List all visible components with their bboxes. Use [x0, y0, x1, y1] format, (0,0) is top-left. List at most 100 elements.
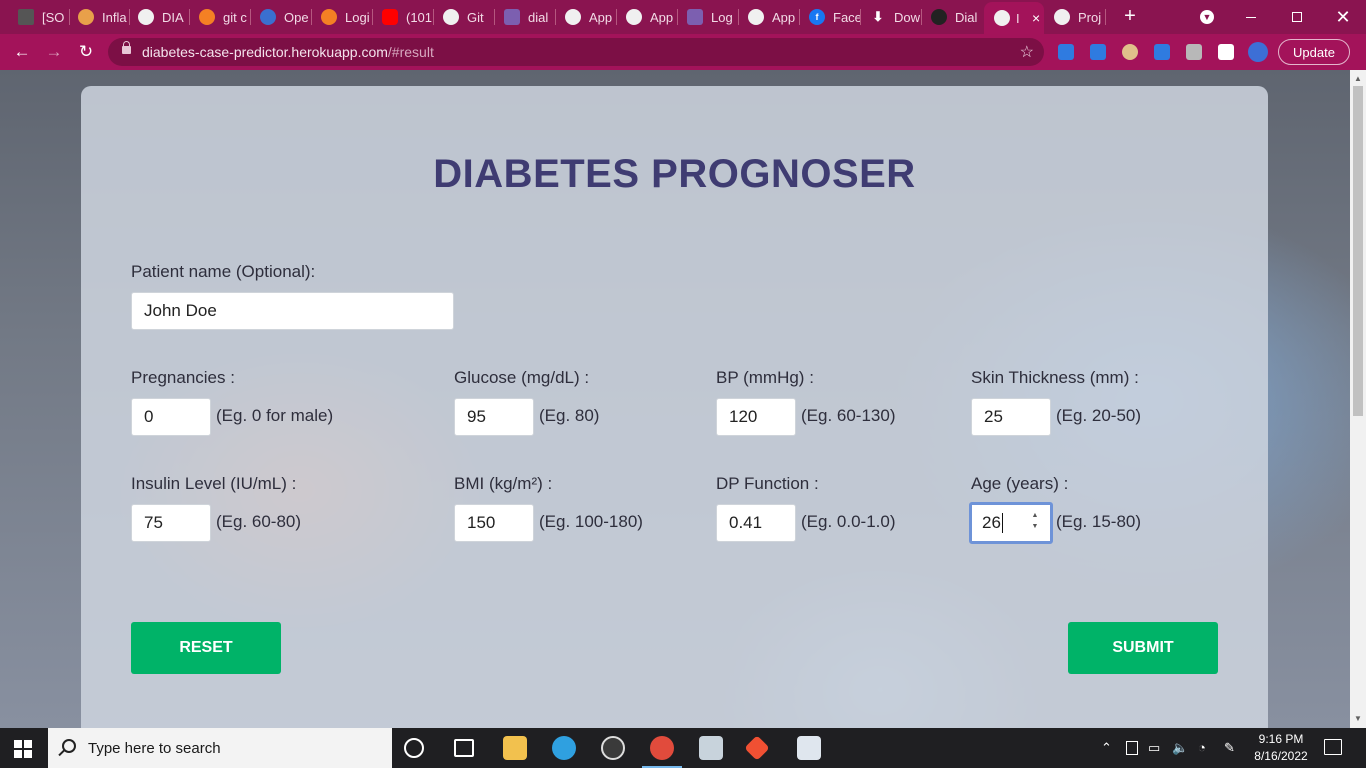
globe-icon [1054, 9, 1070, 25]
tab-search-button[interactable]: ▼ [1184, 0, 1230, 34]
wifi-icon[interactable]: ◔ [1198, 740, 1206, 755]
tab-13[interactable]: App [748, 5, 800, 29]
task-view-icon[interactable] [454, 739, 474, 757]
number-spinner[interactable]: ▲ ▼ [1030, 511, 1040, 531]
bmi-input[interactable]: 150 [454, 504, 534, 542]
extension-puzzle-icon[interactable] [1058, 44, 1074, 60]
pregnancies-input[interactable]: 0 [131, 398, 211, 436]
pen-icon[interactable]: ✎ [1224, 740, 1235, 756]
tab-5[interactable]: Ope [260, 5, 312, 29]
spinner-up-icon[interactable]: ▲ [1032, 511, 1039, 520]
minimize-button[interactable] [1228, 0, 1274, 34]
tray-device-icon[interactable] [1126, 741, 1138, 755]
battery-icon[interactable]: ▭ [1148, 740, 1160, 756]
url-text: diabetes-case-predictor.herokuapp.com/#r… [142, 44, 434, 60]
windows-taskbar: Type here to search ⌃ ▭ 🔈 ◔ ✎ 9:16 PM 8/… [0, 728, 1366, 768]
tab-title: git c [223, 9, 247, 25]
tab-title: Git [467, 9, 484, 25]
tab-7[interactable]: (101 [382, 5, 434, 29]
age-input[interactable]: 26 ▲ ▼ [969, 502, 1053, 544]
back-button[interactable]: ← [10, 40, 34, 64]
tab-12[interactable]: Log [687, 5, 739, 29]
github-icon [931, 9, 947, 25]
close-tab-icon[interactable]: × [1032, 10, 1040, 26]
spinner-down-icon[interactable]: ▼ [1032, 522, 1039, 531]
forward-arrow-icon: → [45, 42, 63, 61]
extension-face-icon[interactable] [1122, 44, 1138, 60]
bp-label: BP (mmHg) : [716, 368, 814, 387]
address-bar[interactable]: diabetes-case-predictor.herokuapp.com/#r… [108, 38, 1044, 66]
bp-input[interactable]: 120 [716, 398, 796, 436]
tab-2[interactable]: Infla [78, 5, 130, 29]
notification-center-icon[interactable] [1324, 739, 1342, 755]
tab-10[interactable]: App [565, 5, 617, 29]
dp-function-input[interactable]: 0.41 [716, 504, 796, 542]
age-input-value: 26 [982, 513, 1001, 532]
scrollbar-thumb[interactable] [1353, 86, 1363, 416]
browser-toolbar: ← → ↻ diabetes-case-predictor.herokuapp.… [0, 34, 1366, 70]
app-icon[interactable] [797, 736, 821, 760]
windows-start-icon[interactable] [14, 740, 32, 758]
file-explorer-icon[interactable] [503, 736, 527, 760]
tab-9[interactable]: dial [504, 5, 556, 29]
skin-thickness-label: Skin Thickness (mm) : [971, 368, 1139, 387]
tab-16[interactable]: Dial [931, 5, 983, 29]
reload-button[interactable]: ↻ [74, 40, 98, 64]
git-icon[interactable] [744, 735, 770, 761]
scroll-up-icon[interactable]: ▲ [1354, 74, 1362, 83]
tab-1[interactable]: [SO [18, 5, 70, 29]
patient-name-label: Patient name (Optional): [131, 262, 316, 281]
globe-icon [565, 9, 581, 25]
tab-14[interactable]: f Face [809, 5, 861, 29]
stackoverflow-icon [199, 9, 215, 25]
tab-favicon-icon [260, 9, 276, 25]
scroll-down-icon[interactable]: ▼ [1354, 714, 1362, 723]
tab-4[interactable]: git c [199, 5, 251, 29]
extension-copy-icon[interactable] [1186, 44, 1202, 60]
extension-puzzle-icon[interactable] [1154, 44, 1170, 60]
taskbar-clock[interactable]: 9:16 PM 8/16/2022 [1250, 731, 1312, 765]
patient-name-input[interactable]: John Doe [131, 292, 454, 330]
tab-15[interactable]: ⬇ Dow [870, 5, 922, 29]
obs-icon[interactable] [601, 736, 625, 760]
page-scrollbar[interactable]: ▲ ▼ [1350, 70, 1366, 728]
chrome-icon[interactable] [650, 736, 674, 760]
tab-separator [860, 9, 861, 25]
reset-button[interactable]: RESET [131, 622, 281, 674]
taskbar-search-box[interactable]: Type here to search [48, 728, 392, 768]
url-path: /#result [387, 44, 434, 60]
globe-icon [626, 9, 642, 25]
restore-button[interactable] [1274, 0, 1320, 34]
tab-separator [921, 9, 922, 25]
extensions-menu-icon[interactable] [1218, 44, 1234, 60]
close-window-button[interactable]: ✕ [1320, 0, 1366, 34]
download-icon: ⬇ [872, 9, 884, 24]
heroku-icon [504, 9, 520, 25]
cortana-icon[interactable] [404, 738, 424, 758]
tab-6[interactable]: Logi [321, 5, 373, 29]
tray-chevron-up-icon[interactable]: ⌃ [1101, 740, 1112, 756]
forward-button[interactable]: → [42, 40, 66, 64]
tab-active-diabetes[interactable]: I × [984, 2, 1044, 34]
skin-thickness-input[interactable]: 25 [971, 398, 1051, 436]
tab-separator [1105, 9, 1106, 25]
tab-8[interactable]: Git [443, 5, 495, 29]
new-tab-button[interactable]: + [1119, 5, 1141, 27]
text-caret [1001, 513, 1003, 533]
edge-icon[interactable] [552, 736, 576, 760]
profile-avatar[interactable] [1248, 42, 1268, 62]
notepad-icon[interactable] [699, 736, 723, 760]
close-icon: ✕ [1335, 6, 1351, 27]
tab-11[interactable]: App [626, 5, 678, 29]
update-button[interactable]: Update [1278, 39, 1350, 65]
tab-3[interactable]: DIA [138, 5, 190, 29]
volume-icon[interactable]: 🔈 [1172, 740, 1188, 756]
glucose-input[interactable]: 95 [454, 398, 534, 436]
url-host: diabetes-case-predictor.herokuapp.com [142, 44, 388, 60]
submit-button[interactable]: SUBMIT [1068, 622, 1218, 674]
insulin-input[interactable]: 75 [131, 504, 211, 542]
tab-separator [69, 9, 70, 25]
tab-18[interactable]: Proj [1054, 5, 1106, 29]
bookmark-star-icon[interactable]: ☆ [1020, 42, 1034, 62]
extension-puzzle-icon[interactable] [1090, 44, 1106, 60]
